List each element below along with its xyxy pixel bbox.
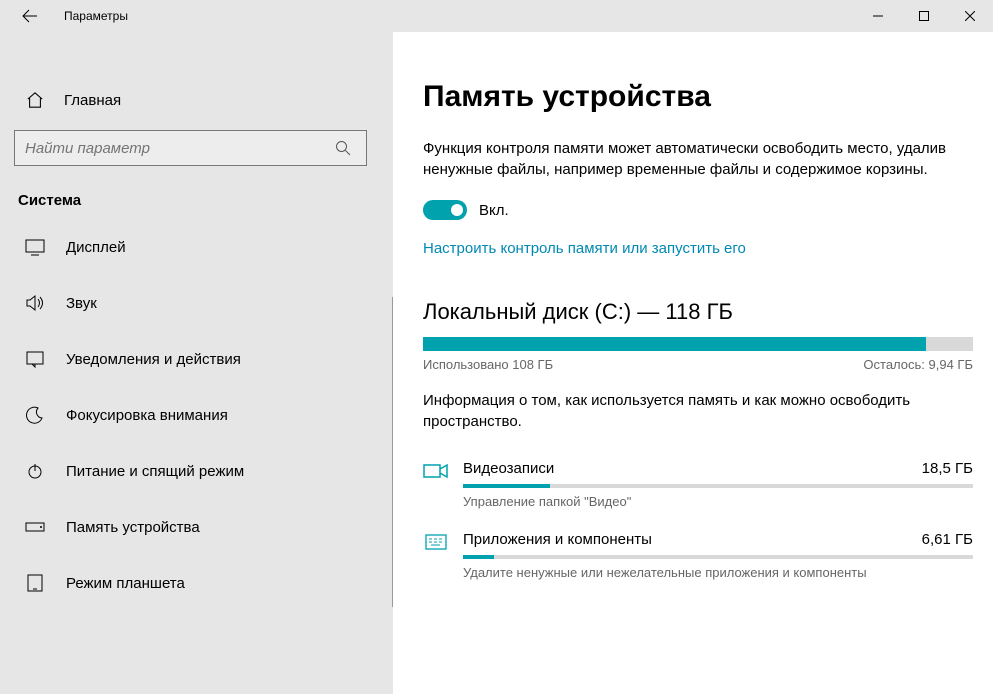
sidebar-item-label: Питание и спящий режим xyxy=(66,463,244,480)
sidebar-item-notifications[interactable]: Уведомления и действия xyxy=(14,331,367,387)
category-bar-fill xyxy=(463,484,550,488)
storage-category-video[interactable]: Видеозаписи 18,5 ГБ Управление папкой "В… xyxy=(423,460,973,509)
notification-icon xyxy=(22,350,48,368)
sidebar-item-label: Дисплей xyxy=(66,239,126,256)
video-icon xyxy=(423,460,463,480)
storage-sense-toggle[interactable] xyxy=(423,200,467,220)
sidebar-item-focus[interactable]: Фокусировка внимания xyxy=(14,387,367,443)
category-sub: Управление папкой "Видео" xyxy=(463,494,973,509)
category-bar xyxy=(463,555,973,559)
storage-sense-toggle-row: Вкл. xyxy=(423,200,979,220)
local-disk-bar-fill xyxy=(423,337,926,351)
sidebar-section-title: Система xyxy=(18,192,393,209)
main-panel: Память устройства Функция контроля памят… xyxy=(393,32,993,694)
configure-storage-sense-link[interactable]: Настроить контроль памяти или запустить … xyxy=(423,240,746,257)
window-title: Параметры xyxy=(64,9,128,23)
home-icon xyxy=(22,91,48,109)
monitor-icon xyxy=(22,238,48,256)
apps-icon xyxy=(423,531,463,551)
maximize-button[interactable] xyxy=(901,0,947,32)
arrow-left-icon xyxy=(22,8,38,24)
maximize-icon xyxy=(919,11,929,21)
sidebar-item-storage[interactable]: Память устройства xyxy=(14,499,367,555)
search-box[interactable] xyxy=(14,130,367,166)
sidebar-home[interactable]: Главная xyxy=(14,76,393,124)
category-bar-fill xyxy=(463,555,494,559)
local-disk-bar xyxy=(423,337,973,351)
sidebar-item-label: Фокусировка внимания xyxy=(66,407,228,424)
search-icon xyxy=(330,140,356,156)
category-name: Приложения и компоненты xyxy=(463,531,652,548)
category-size: 6,61 ГБ xyxy=(922,531,973,548)
storage-category-apps[interactable]: Приложения и компоненты 6,61 ГБ Удалите … xyxy=(423,531,973,580)
search-input[interactable] xyxy=(25,140,330,157)
sidebar-item-label: Звук xyxy=(66,295,97,312)
close-icon xyxy=(965,11,975,21)
moon-icon xyxy=(22,406,48,424)
storage-breakdown-description: Информация о том, как используется памят… xyxy=(423,390,943,432)
minimize-button[interactable] xyxy=(855,0,901,32)
toggle-thumb xyxy=(451,204,463,216)
local-disk-title: Локальный диск (C:) — 118 ГБ xyxy=(423,299,979,325)
sidebar-item-label: Режим планшета xyxy=(66,575,185,592)
sidebar-item-display[interactable]: Дисплей xyxy=(14,219,367,275)
power-icon xyxy=(22,462,48,480)
tablet-icon xyxy=(22,574,48,592)
sidebar-item-tablet[interactable]: Режим планшета xyxy=(14,555,367,611)
toggle-label: Вкл. xyxy=(479,202,509,219)
sidebar-home-label: Главная xyxy=(64,92,121,109)
category-size: 18,5 ГБ xyxy=(922,460,973,477)
storage-sense-description: Функция контроля памяти может автоматиче… xyxy=(423,138,973,180)
category-bar xyxy=(463,484,973,488)
sidebar-item-power[interactable]: Питание и спящий режим xyxy=(14,443,367,499)
sidebar-item-label: Уведомления и действия xyxy=(66,351,241,368)
back-button[interactable] xyxy=(14,0,46,32)
close-button[interactable] xyxy=(947,0,993,32)
page-title: Память устройства xyxy=(423,80,979,114)
free-label: Осталось: 9,94 ГБ xyxy=(863,357,973,372)
sidebar: Главная Система Дисплей Звук Уведо xyxy=(0,32,393,694)
used-label: Использовано 108 ГБ xyxy=(423,357,553,372)
sidebar-item-label: Память устройства xyxy=(66,519,200,536)
sidebar-item-sound[interactable]: Звук xyxy=(14,275,367,331)
category-sub: Удалите ненужные или нежелательные прило… xyxy=(463,565,973,580)
speaker-icon xyxy=(22,294,48,312)
minimize-icon xyxy=(873,11,883,21)
storage-icon xyxy=(22,522,48,532)
category-name: Видеозаписи xyxy=(463,460,554,477)
titlebar: Параметры xyxy=(0,0,993,32)
